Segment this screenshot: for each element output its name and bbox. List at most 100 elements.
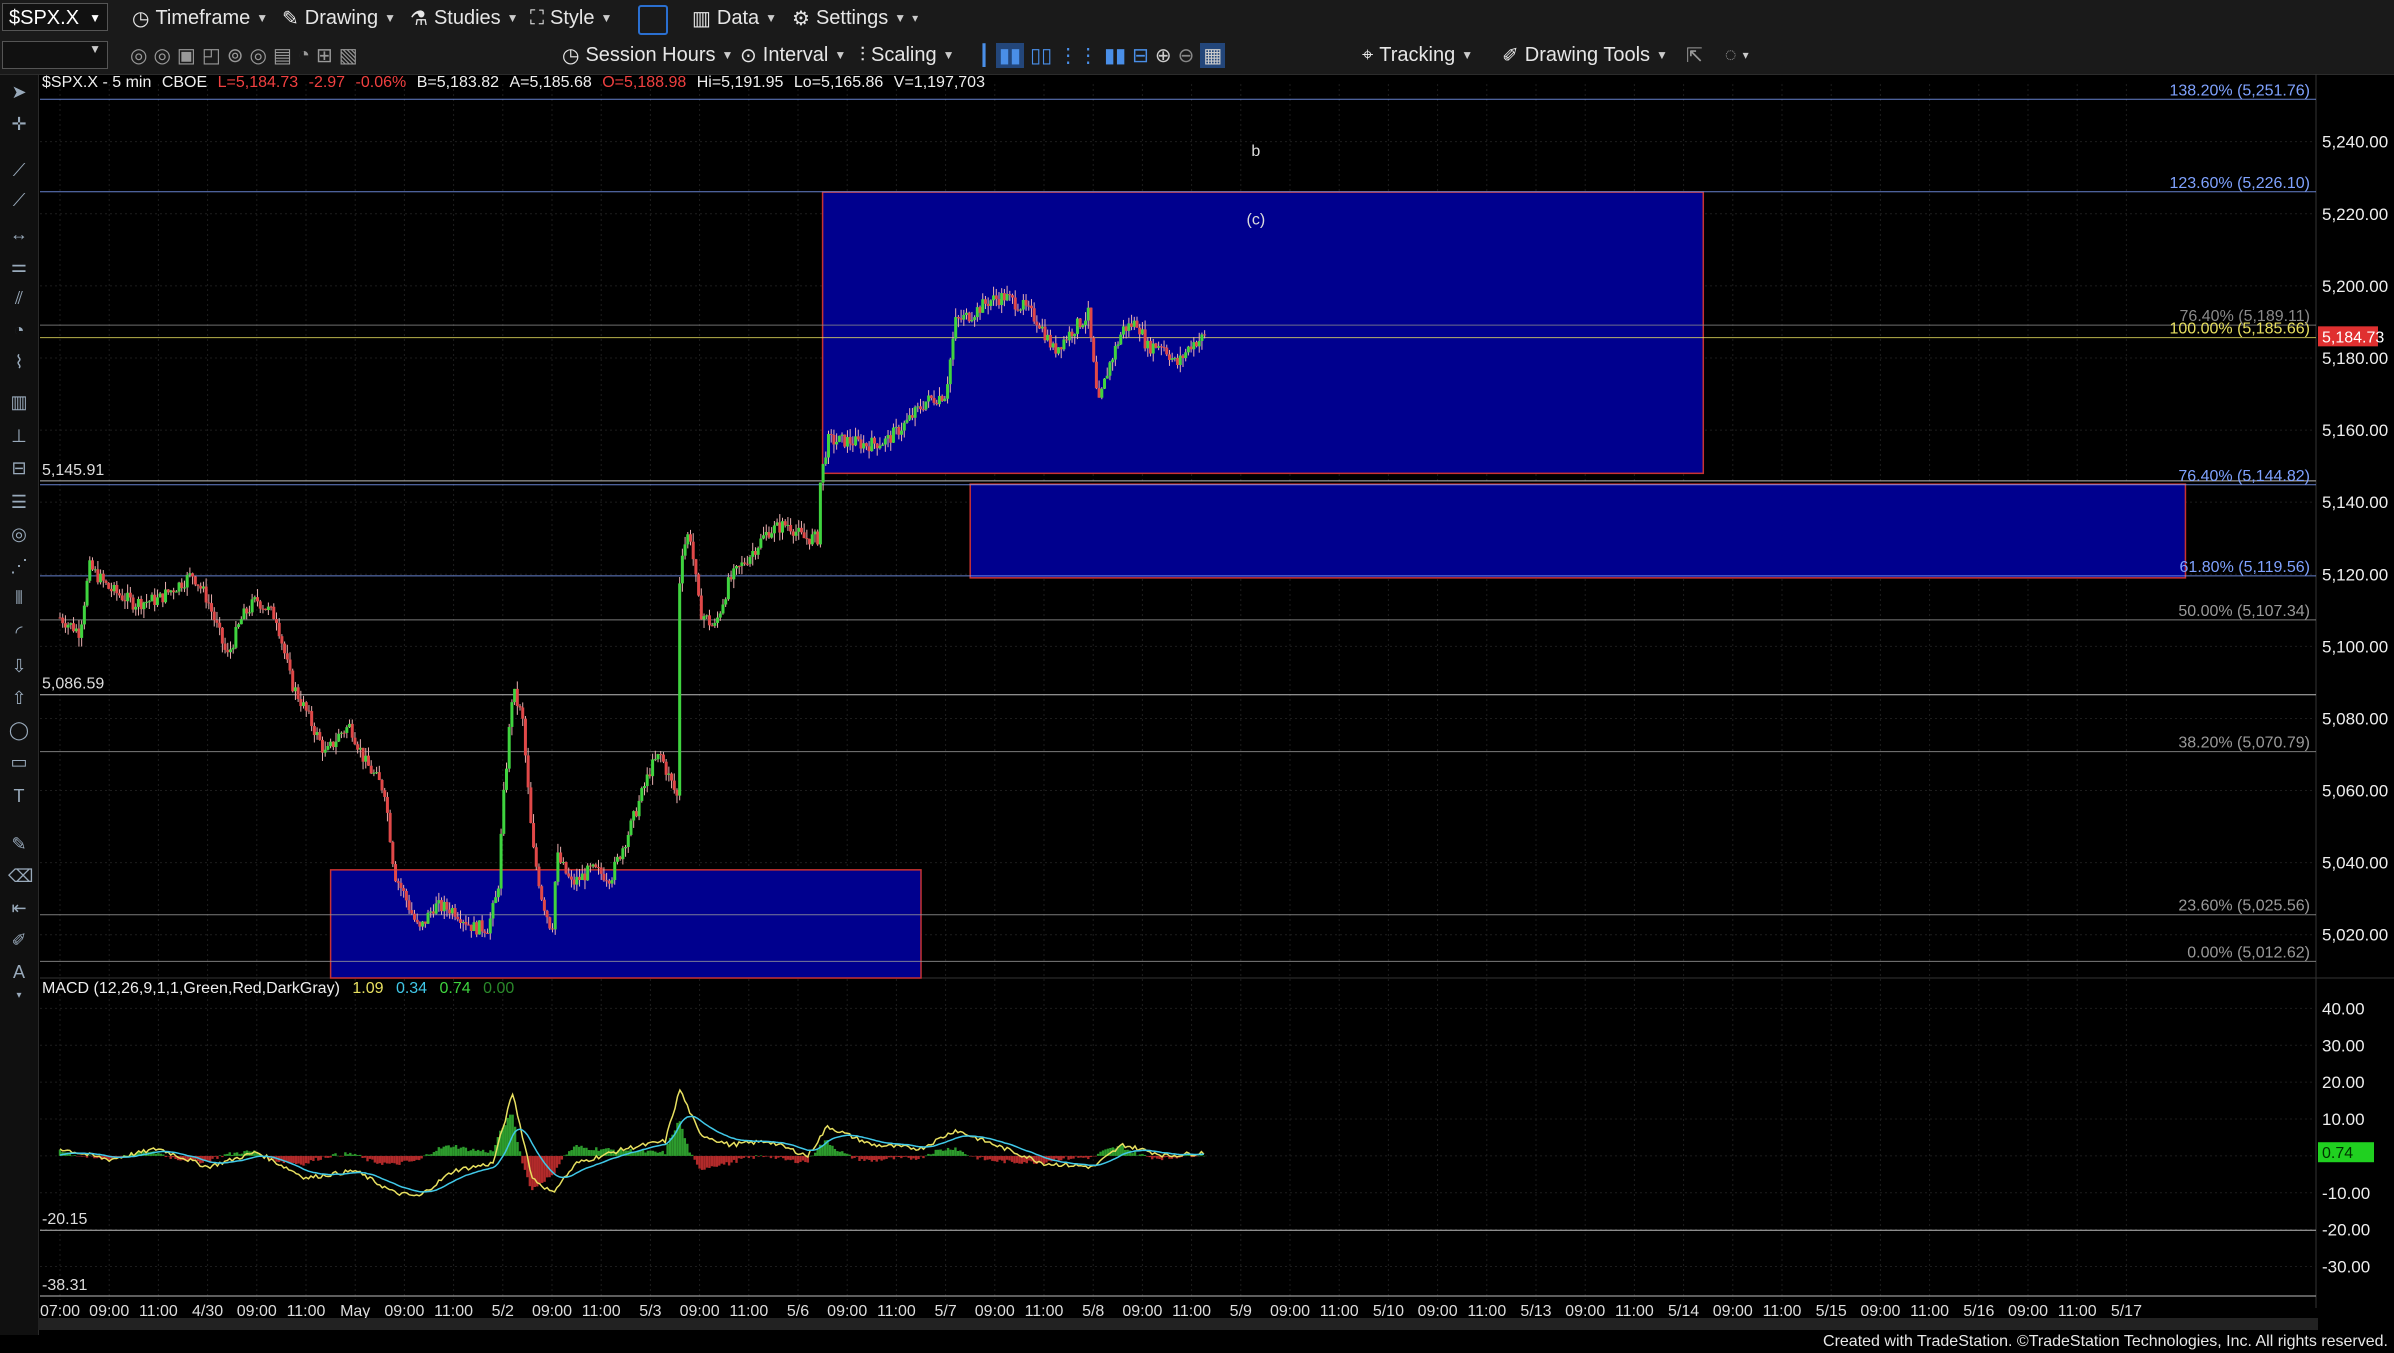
macd-histogram-bar — [290, 1155, 293, 1163]
macd-histogram-bar — [907, 1155, 910, 1158]
candle-body — [970, 319, 974, 322]
macd-histogram-bar — [319, 1155, 322, 1160]
candle-body — [629, 820, 633, 835]
candle-body — [177, 582, 181, 592]
candle-body — [753, 550, 757, 555]
candle-body — [713, 622, 717, 626]
macd-histogram-bar — [575, 1144, 578, 1156]
chart-canvas[interactable]: 07:00 09:00 11:00 4/30 09:00 11:00 May 09:00 11:… — [0, 0, 2394, 1353]
candle-body — [818, 482, 822, 545]
candle-body — [329, 741, 333, 747]
candle-body — [358, 747, 362, 750]
macd-histogram-bar — [663, 1154, 667, 1156]
candle-body — [1062, 339, 1066, 350]
candle-body — [1043, 326, 1047, 341]
quote-info-bar: $SPX.X - 5 min CBOE L=5,184.73 -2.97 -0.… — [42, 74, 985, 92]
candle-body — [856, 436, 860, 440]
candle-body — [946, 384, 950, 399]
candle-body — [1181, 355, 1185, 359]
candle-body — [813, 531, 817, 535]
candle-body — [567, 873, 571, 877]
macd-histogram-bar — [454, 1145, 458, 1156]
candle-body — [423, 921, 427, 924]
candle-body — [120, 595, 124, 601]
candle-body — [767, 531, 771, 538]
candle-body — [283, 643, 287, 654]
macd-level-label: -38.31 — [42, 1277, 87, 1294]
macd-histogram-bar — [654, 1151, 657, 1156]
candle-body — [369, 765, 373, 774]
candle-body — [158, 593, 162, 598]
candle-body — [978, 307, 982, 313]
candle-body — [835, 441, 839, 445]
candle-body — [437, 900, 441, 904]
candle-body — [247, 612, 251, 614]
macd-histogram-bar — [961, 1151, 965, 1156]
candle-body — [1086, 307, 1090, 321]
macd-histogram-bar — [1000, 1155, 1004, 1161]
macd-histogram-bar — [865, 1155, 869, 1160]
macd-histogram-bar — [991, 1155, 994, 1161]
candle-body — [155, 597, 159, 606]
candle-body — [353, 737, 357, 745]
candle-body — [989, 300, 993, 307]
candle-body — [889, 435, 893, 443]
macd-histogram-bar — [656, 1152, 659, 1156]
candle-body — [840, 434, 844, 436]
macd-histogram-bar — [1067, 1155, 1070, 1160]
macd-histogram-bar — [954, 1147, 957, 1156]
candle-body — [1035, 321, 1039, 326]
candle-body — [472, 922, 476, 932]
candle-body — [967, 312, 971, 322]
candle-body — [334, 741, 338, 748]
candle-body — [288, 659, 292, 671]
fib-level-label: 23.60% (5,025.56) — [2178, 898, 2310, 915]
quote-change: -2.97 — [308, 74, 346, 91]
candle-body — [407, 900, 411, 911]
candle-body — [377, 772, 381, 780]
macd-histogram-bar — [651, 1150, 655, 1156]
quote-volume: V=1,197,703 — [893, 74, 985, 91]
macd-histogram-bar — [863, 1155, 866, 1161]
candle-body — [1002, 293, 1006, 301]
macd-histogram-bar — [1077, 1155, 1080, 1158]
candle-body — [226, 649, 230, 653]
candle-body — [388, 812, 392, 843]
macd-histogram-bar — [996, 1155, 999, 1162]
macd-histogram-bar — [705, 1155, 709, 1168]
candle-body — [808, 538, 812, 545]
macd-histogram-bar — [794, 1155, 797, 1163]
candle-body — [404, 890, 408, 901]
time-scrollbar[interactable] — [38, 1318, 2318, 1330]
macd-histogram-bar — [572, 1146, 576, 1156]
macd-histogram-bar — [725, 1155, 728, 1163]
macd-histogram-bar — [403, 1155, 406, 1161]
candle-body — [266, 606, 270, 611]
candle-body — [412, 913, 416, 920]
macd-histogram-bar — [890, 1155, 893, 1158]
macd-histogram-bar — [924, 1155, 928, 1157]
macd-histogram-bar — [779, 1155, 782, 1157]
candle-body — [664, 761, 668, 775]
macd-histogram-bar — [216, 1155, 219, 1159]
macd-value-4: 0.00 — [483, 980, 515, 997]
candle-body — [764, 531, 768, 536]
candle-body — [507, 726, 511, 769]
macd-histogram-bar — [855, 1155, 859, 1157]
candle-body — [526, 755, 530, 788]
macd-histogram-bar — [1072, 1155, 1075, 1159]
macd-histogram-bar — [1099, 1151, 1102, 1156]
candle-body — [851, 443, 855, 446]
candle-body — [261, 608, 265, 610]
macd-histogram-bar — [831, 1145, 834, 1156]
candle-body — [385, 796, 389, 813]
candle-body — [109, 588, 113, 592]
candle-body — [956, 317, 960, 319]
macd-histogram-bar — [631, 1152, 635, 1156]
macd-histogram-bar — [786, 1155, 790, 1160]
macd-histogram-bar — [882, 1155, 886, 1160]
candle-body — [467, 924, 471, 926]
fib-level-label: 123.60% (5,226.10) — [2169, 175, 2310, 192]
fib-level-label: 38.20% (5,070.79) — [2178, 735, 2310, 752]
candle-body — [307, 710, 311, 712]
